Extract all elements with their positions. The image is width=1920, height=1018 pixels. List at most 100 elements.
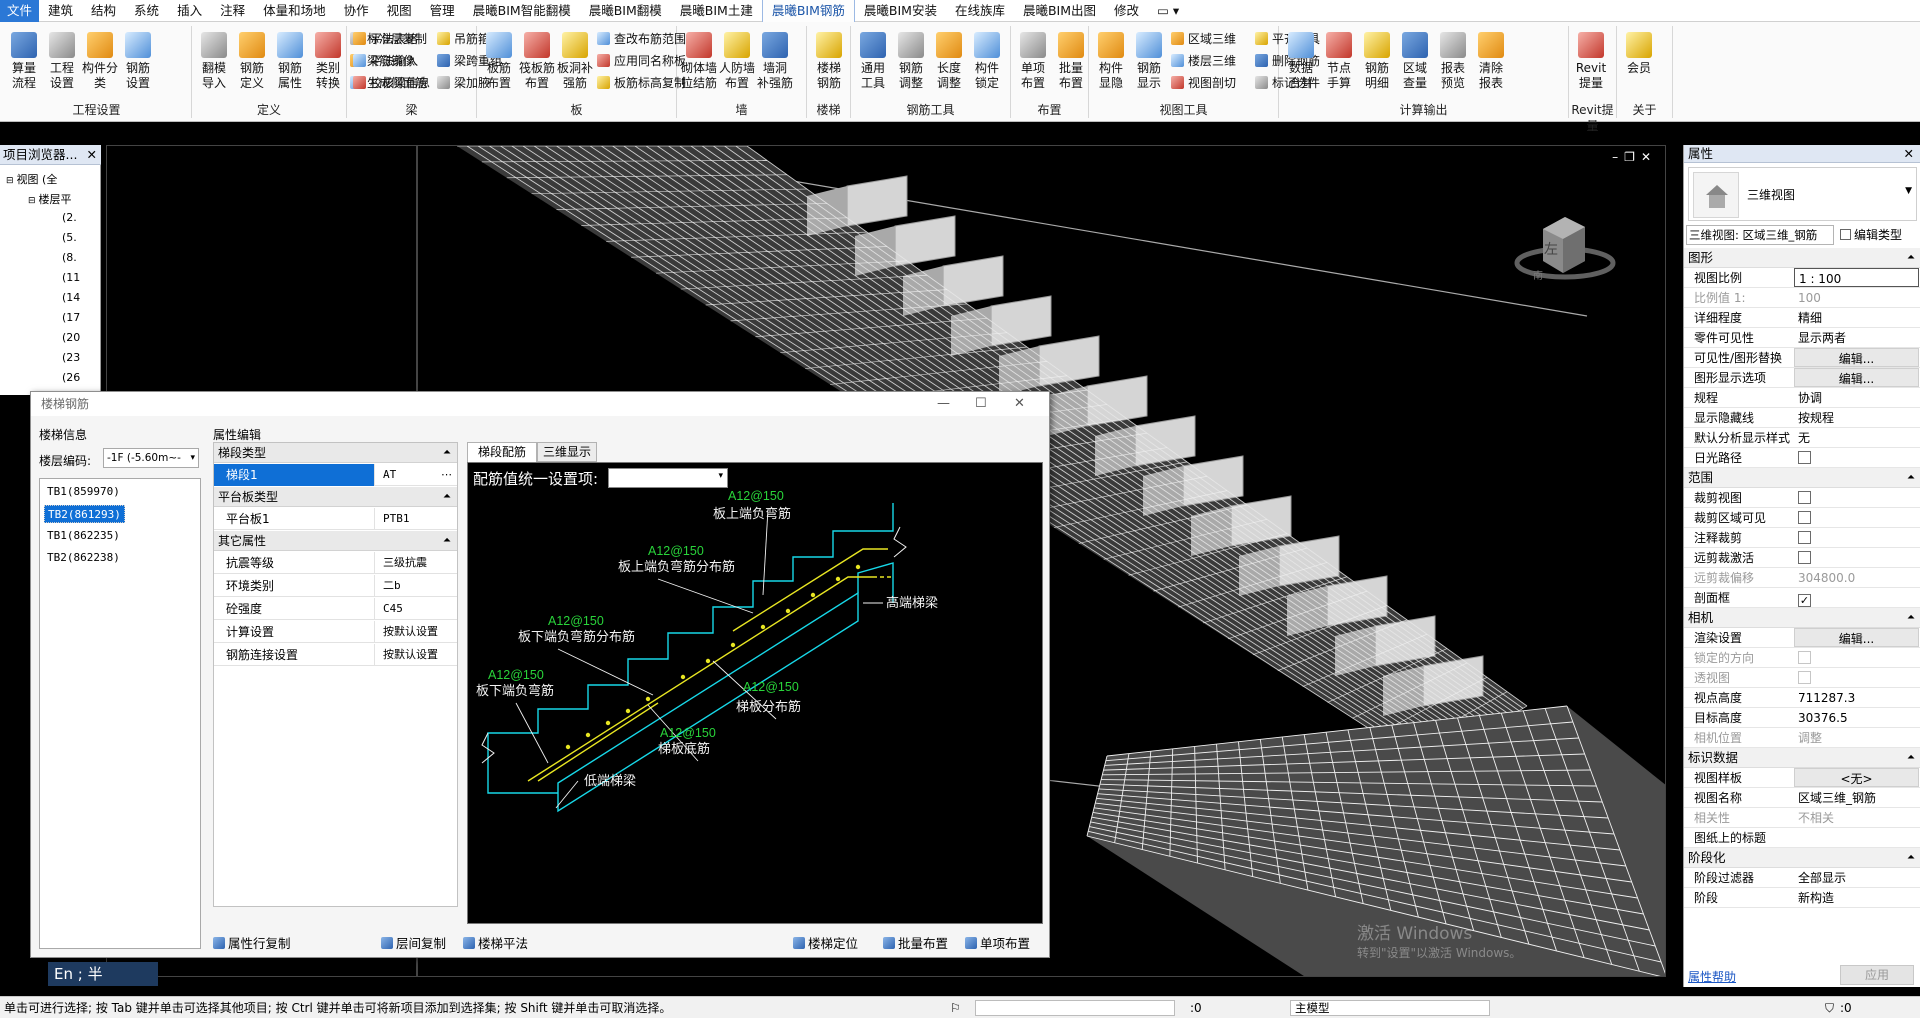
ribbon-button[interactable]: 节点 手算 [1321, 32, 1357, 91]
more-icon[interactable]: ⋯ [441, 464, 452, 486]
grid-row-value[interactable]: 二b [379, 575, 401, 597]
close-icon[interactable]: ✕ [1641, 150, 1657, 164]
tree-item[interactable]: (14 [62, 291, 80, 304]
property-value[interactable]: 新构造 [1794, 888, 1919, 907]
ribbon-button[interactable]: 会员 [1621, 32, 1657, 76]
viewcube-compass-label[interactable]: 南 [1533, 267, 1543, 282]
property-checkbox[interactable] [1798, 651, 1811, 664]
menu-item[interactable]: 在线族库 [946, 0, 1014, 22]
tree-item[interactable]: (20 [62, 331, 80, 344]
collapse-icon[interactable]: ⏶ [1907, 848, 1915, 868]
property-value[interactable]: 711287.3 [1794, 688, 1919, 707]
collapse-icon[interactable]: ⏶ [1907, 468, 1915, 488]
stair-list-item[interactable]: TB2(861293) [44, 505, 125, 523]
menu-item[interactable]: 视图 [378, 0, 421, 22]
property-value[interactable]: 编辑... [1794, 348, 1919, 367]
ribbon-button[interactable]: 筏板筋 布置 [519, 32, 555, 91]
minimize-icon[interactable]: – [1612, 150, 1624, 164]
menu-item[interactable]: 管理 [421, 0, 464, 22]
menu-item[interactable]: 晨曦BIM出图 [1014, 0, 1105, 22]
menu-item[interactable]: 晨曦BIM智能翻模 [464, 0, 580, 22]
grid-row-value[interactable]: AT [379, 464, 396, 486]
tree-item[interactable]: (8. [62, 251, 77, 264]
ribbon-small-button[interactable]: 楼层三维 [1171, 52, 1236, 70]
copy-row-button[interactable]: 属性行复制 [213, 933, 291, 952]
ribbon-button[interactable]: 区域 查量 [1397, 32, 1433, 91]
ribbon-button[interactable]: 翻模 导入 [196, 32, 232, 91]
ribbon-button[interactable]: 单项 布置 [1015, 32, 1051, 91]
ribbon-button[interactable]: 砌体墙 拉结筋 [681, 32, 717, 91]
plan-button[interactable]: 楼梯平法 [463, 933, 528, 952]
property-checkbox[interactable] [1798, 491, 1811, 504]
locate-button[interactable]: 楼梯定位 [793, 933, 858, 952]
property-value[interactable]: 不相关 [1794, 808, 1919, 827]
batch-button[interactable]: 批量布置 [883, 933, 948, 952]
property-checkbox[interactable] [1798, 671, 1811, 684]
ribbon-button[interactable]: 构件分类 [82, 32, 118, 91]
property-checkbox[interactable]: ✓ [1798, 594, 1811, 607]
copy-floor-button[interactable]: 层间复制 [381, 933, 446, 952]
ribbon-button[interactable]: Revit 提量 [1573, 32, 1609, 91]
ribbon-button[interactable]: 人防墙 布置 [719, 32, 755, 91]
menu-item[interactable]: 协作 [335, 0, 378, 22]
close-icon[interactable]: ✕ [1904, 145, 1914, 163]
ribbon-button[interactable]: 板筋 布置 [481, 32, 517, 91]
filter-icon[interactable]: ⛉ [1825, 997, 1834, 1018]
stair-list-item[interactable]: TB2(862238) [44, 549, 123, 567]
ribbon-small-button[interactable]: 查改布筋范围 [597, 30, 686, 48]
collapse-icon[interactable]: ⏶ [1907, 248, 1915, 268]
collapse-icon[interactable]: ⏶ [1907, 608, 1915, 628]
menu-item[interactable]: 修改 [1105, 0, 1148, 22]
property-checkbox[interactable] [1798, 531, 1811, 544]
menu-item[interactable]: 系统 [125, 0, 168, 22]
tab[interactable]: 三维显示 [537, 442, 597, 462]
property-value[interactable]: 编辑... [1794, 368, 1919, 387]
collapse-icon[interactable]: ⏶ [443, 487, 451, 507]
ribbon-small-button[interactable]: 视图剖切 [1171, 74, 1236, 92]
ribbon-small-button[interactable]: 平法表格 [353, 30, 418, 48]
tree-item[interactable]: ⊟ 楼层平 [28, 191, 72, 207]
workset-icon[interactable]: ⚐ [950, 997, 961, 1018]
type-selector[interactable]: 三维视图 ▼ [1688, 167, 1917, 221]
tree-item[interactable]: (26 [62, 371, 80, 384]
ribbon-button[interactable]: 钢筋 显示 [1131, 32, 1167, 91]
ribbon-button[interactable]: 长度 调整 [931, 32, 967, 91]
grid-row-value[interactable]: 三级抗震 [379, 552, 427, 574]
menu-item[interactable]: 文件 [0, 0, 40, 22]
ribbon-button[interactable]: 算量 流程 [6, 32, 42, 91]
menu-item[interactable]: 建筑 [39, 0, 82, 22]
ribbon-options-toggle[interactable]: ▭ ▾ [1148, 0, 1188, 22]
property-checkbox[interactable] [1798, 511, 1811, 524]
ribbon-small-button[interactable]: 应用同名称板 [597, 52, 686, 70]
ribbon-button[interactable]: 墙洞 补强筋 [757, 32, 793, 91]
menu-item[interactable]: 晨曦BIM钢筋 [761, 0, 855, 22]
ribbon-button[interactable]: 工程 设置 [44, 32, 80, 91]
menu-item[interactable]: 体量和场地 [254, 0, 335, 22]
grid-row-value[interactable]: PTB1 [379, 508, 410, 530]
property-value[interactable]: 协调 [1794, 388, 1919, 407]
viewcube-face-label[interactable]: 左 [1544, 239, 1558, 259]
tree-item[interactable]: (23 [62, 351, 80, 364]
property-section-header[interactable]: 标识数据 ⏶ [1684, 748, 1920, 768]
ribbon-button[interactable]: 钢筋 属性 [272, 32, 308, 91]
property-checkbox[interactable] [1798, 551, 1811, 564]
restore-icon[interactable]: ❐ [1624, 150, 1641, 164]
menu-item[interactable]: 晨曦BIM土建 [671, 0, 762, 22]
grid-section-header[interactable]: 梯段类型 ⏶ [214, 443, 457, 463]
property-value[interactable]: 显示两者 [1794, 328, 1919, 347]
stair-list-item[interactable]: TB1(862235) [44, 527, 123, 545]
ribbon-small-button[interactable]: 区域三维 [1171, 30, 1236, 48]
ribbon-small-button[interactable]: 校核梁信息 [353, 74, 430, 92]
property-value[interactable]: 区域三维_钢筋 [1794, 788, 1919, 807]
ribbon-small-button[interactable]: 板筋标高复制 [597, 74, 686, 92]
chevron-down-icon[interactable]: ▾ [190, 449, 195, 467]
grid-row-value[interactable]: C45 [379, 598, 403, 620]
property-value[interactable]: 无 [1794, 428, 1919, 447]
floor-code-select[interactable]: -1F (-5.60m~- ▾ [103, 448, 199, 468]
expand-icon[interactable]: ⊟ [6, 176, 14, 186]
tree-item[interactable]: (5. [62, 231, 77, 244]
properties-help-link[interactable]: 属性帮助 [1688, 968, 1736, 985]
collapse-icon[interactable]: ⏶ [443, 443, 451, 463]
ribbon-button[interactable]: 钢筋 定义 [234, 32, 270, 91]
grid-row-value[interactable]: 按默认设置 [379, 621, 438, 643]
